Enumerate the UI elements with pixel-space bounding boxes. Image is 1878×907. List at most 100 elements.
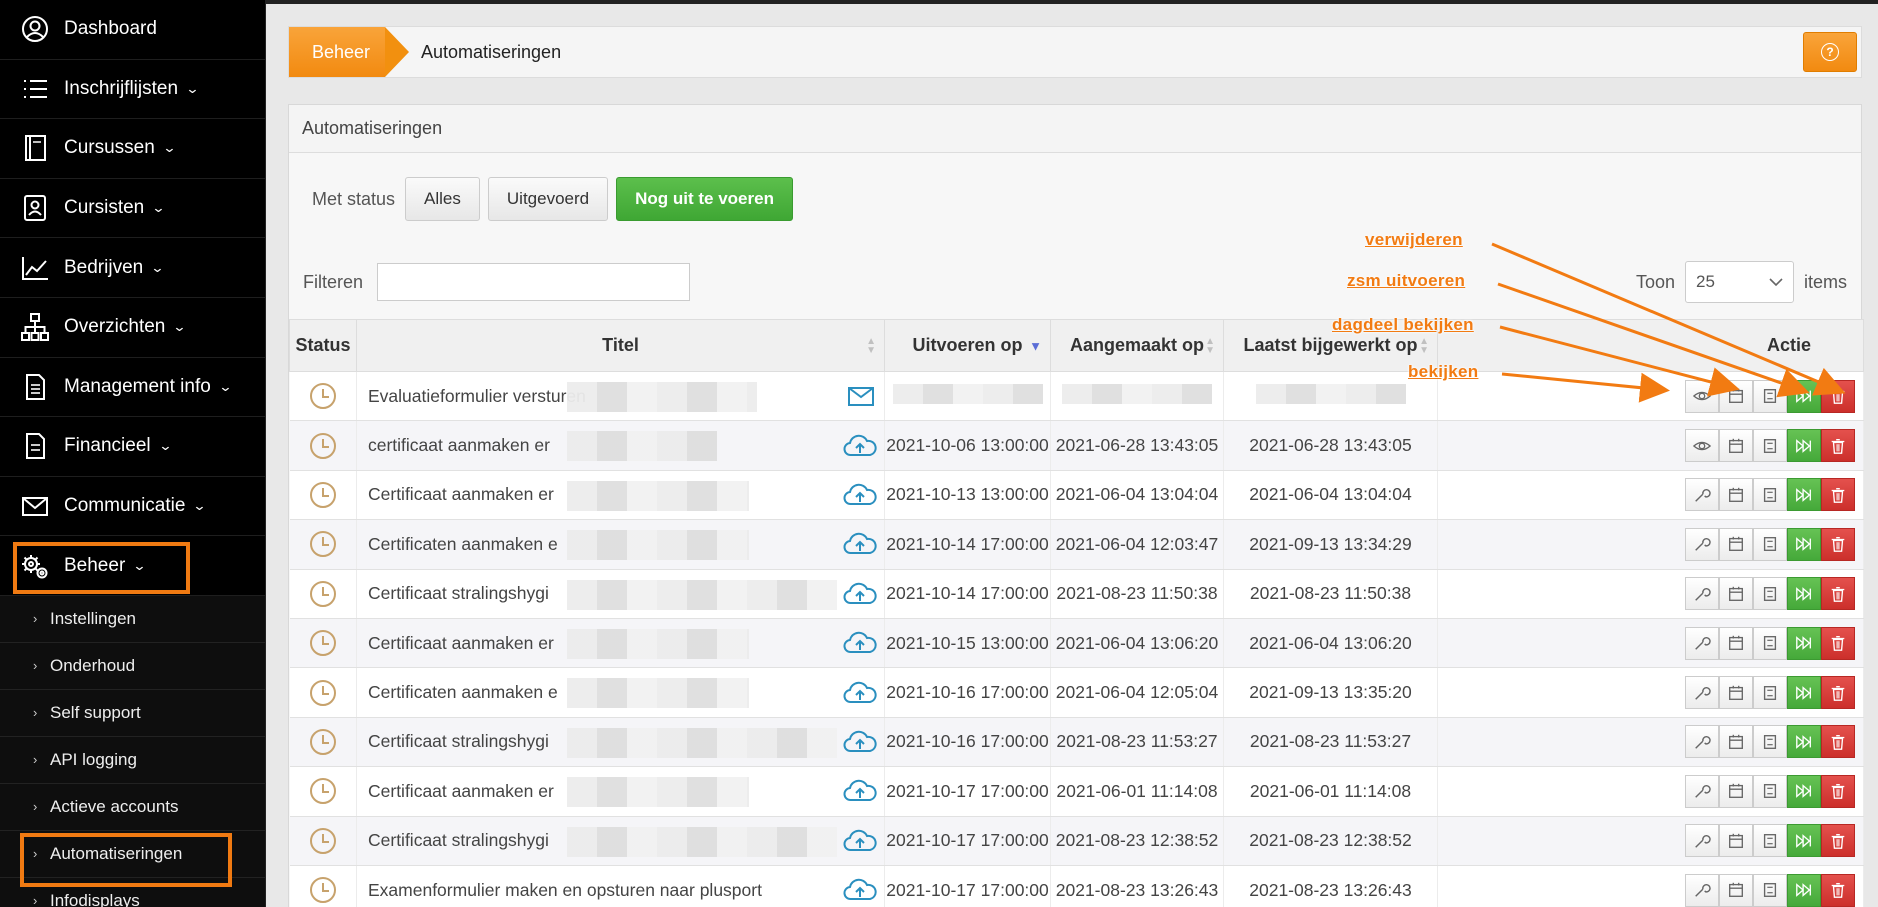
delete-button[interactable]	[1821, 824, 1855, 858]
log-button[interactable]	[1753, 725, 1787, 759]
sidebar-item-communicatie[interactable]: Communicatie ⌄	[0, 477, 265, 537]
submenu-item-instellingen[interactable]: › Instellingen	[0, 596, 265, 643]
day-part-button[interactable]	[1719, 873, 1753, 907]
delete-button[interactable]	[1821, 774, 1855, 808]
sidebar-item-overzichten[interactable]: Overzichten ⌄	[0, 298, 265, 358]
sidebar-item-financieel[interactable]: Financieel ⌄	[0, 417, 265, 477]
delete-button[interactable]	[1821, 725, 1855, 759]
page-size-select[interactable]: 25	[1684, 261, 1794, 303]
edit-button[interactable]	[1685, 626, 1719, 660]
status-all-button[interactable]: Alles	[405, 177, 480, 221]
day-part-button[interactable]	[1719, 379, 1753, 413]
day-part-button[interactable]	[1719, 676, 1753, 710]
run-now-button[interactable]	[1787, 478, 1821, 512]
edit-button[interactable]	[1685, 873, 1719, 907]
log-button[interactable]	[1753, 774, 1787, 808]
sidebar-item-bedrijven[interactable]: Bedrijven ⌄	[0, 238, 265, 298]
delete-button[interactable]	[1821, 577, 1855, 611]
day-part-button[interactable]	[1719, 626, 1753, 660]
edit-button[interactable]	[1685, 478, 1719, 512]
help-button[interactable]: ?	[1803, 32, 1857, 72]
table-row[interactable]: Certificaat stralingshygi 2021-10-16 17:…	[289, 717, 1864, 768]
edit-button[interactable]	[1685, 824, 1719, 858]
submenu-item-actieve-accounts[interactable]: › Actieve accounts	[0, 784, 265, 831]
col-titel[interactable]: Titel ▲ ▼	[356, 319, 885, 372]
sidebar-item-beheer[interactable]: Beheer ⌄	[0, 536, 265, 596]
log-button[interactable]	[1753, 676, 1787, 710]
day-part-button[interactable]	[1719, 478, 1753, 512]
delete-button[interactable]	[1821, 626, 1855, 660]
sidebar-item-inschrijflijsten[interactable]: Inschrijflijsten ⌄	[0, 60, 265, 120]
table-row[interactable]: Certificaat stralingshygi 2021-10-14 17:…	[289, 569, 1864, 619]
run-now-button[interactable]	[1787, 824, 1821, 858]
sidebar-item-management-info[interactable]: Management info ⌄	[0, 358, 265, 418]
log-button[interactable]	[1753, 429, 1787, 463]
run-now-button[interactable]	[1787, 379, 1821, 413]
col-status[interactable]: Status	[289, 319, 357, 372]
edit-button[interactable]	[1685, 527, 1719, 561]
table-row[interactable]: certificaat aanmaken er 2021-10-06 13:00…	[289, 420, 1864, 471]
run-now-button[interactable]	[1787, 527, 1821, 561]
run-now-button[interactable]	[1787, 873, 1821, 907]
view-button[interactable]	[1685, 379, 1719, 413]
submenu-item-infodisplays[interactable]: › Infodisplays	[0, 878, 265, 907]
submenu-item-self-support[interactable]: › Self support	[0, 690, 265, 737]
sidebar-item-cursussen[interactable]: Cursussen ⌄	[0, 119, 265, 179]
table-row[interactable]: Certificaat stralingshygi 2021-10-17 17:…	[289, 816, 1864, 866]
table-row[interactable]: Certificaat aanmaken er 2021-10-13 13:00…	[289, 470, 1864, 521]
log-button[interactable]	[1753, 379, 1787, 413]
run-now-button[interactable]	[1787, 577, 1821, 611]
table-row[interactable]: Certificaten aanmaken e 2021-10-16 17:00…	[289, 667, 1864, 718]
table-row[interactable]: Certificaat aanmaken er 2021-10-17 17:00…	[289, 766, 1864, 817]
run-now-button[interactable]	[1787, 774, 1821, 808]
delete-button[interactable]	[1821, 478, 1855, 512]
delete-button[interactable]	[1821, 873, 1855, 907]
edit-button[interactable]	[1685, 676, 1719, 710]
edit-button[interactable]	[1685, 577, 1719, 611]
edit-button[interactable]	[1685, 774, 1719, 808]
col-uitvoeren[interactable]: Uitvoeren op ▼	[884, 319, 1051, 372]
table-row[interactable]: Evaluatieformulier versturen	[289, 371, 1864, 422]
envelope-icon	[22, 497, 48, 517]
edit-button[interactable]	[1685, 725, 1719, 759]
delete-button[interactable]	[1821, 676, 1855, 710]
day-part-button[interactable]	[1719, 527, 1753, 561]
day-part-button[interactable]	[1719, 577, 1753, 611]
submenu-item-onderhoud[interactable]: › Onderhoud	[0, 643, 265, 690]
view-button[interactable]	[1685, 429, 1719, 463]
wrench-icon	[1695, 735, 1711, 749]
submenu-item-automatiseringen[interactable]: › Automatiseringen	[0, 831, 265, 887]
run-now-button[interactable]	[1787, 676, 1821, 710]
table-row[interactable]: Examenformulier maken en opsturen naar p…	[289, 865, 1864, 907]
col-aangemaakt[interactable]: Aangemaakt op ▲ ▼	[1050, 319, 1224, 372]
log-button[interactable]	[1753, 873, 1787, 907]
sidebar-item-cursisten[interactable]: Cursisten ⌄	[0, 179, 265, 239]
day-part-button[interactable]	[1719, 429, 1753, 463]
fast-forward-icon	[1796, 537, 1811, 552]
log-button[interactable]	[1753, 478, 1787, 512]
run-now-button[interactable]	[1787, 725, 1821, 759]
fast-forward-icon	[1796, 389, 1811, 404]
row-status	[289, 717, 357, 768]
run-now-button[interactable]	[1787, 429, 1821, 463]
table-row[interactable]: Certificaten aanmaken e 2021-10-14 17:00…	[289, 519, 1864, 570]
log-button[interactable]	[1753, 626, 1787, 660]
day-part-button[interactable]	[1719, 824, 1753, 858]
filter-input[interactable]	[377, 263, 691, 301]
day-part-button[interactable]	[1719, 725, 1753, 759]
log-button[interactable]	[1753, 527, 1787, 561]
log-button[interactable]	[1753, 577, 1787, 611]
fast-forward-icon	[1796, 438, 1811, 453]
submenu-item-api-logging[interactable]: › API logging	[0, 737, 265, 784]
delete-button[interactable]	[1821, 429, 1855, 463]
day-part-button[interactable]	[1719, 774, 1753, 808]
status-done-button[interactable]: Uitgevoerd	[487, 177, 609, 221]
table-row[interactable]: Certificaat aanmaken er 2021-10-15 13:00…	[289, 618, 1864, 669]
status-pending-button[interactable]: Nog uit te voeren	[616, 177, 793, 221]
breadcrumb-home[interactable]: Beheer	[289, 27, 409, 77]
delete-button[interactable]	[1821, 379, 1855, 413]
run-now-button[interactable]	[1787, 626, 1821, 660]
log-button[interactable]	[1753, 824, 1787, 858]
delete-button[interactable]	[1821, 527, 1855, 561]
sidebar-item-dashboard[interactable]: Dashboard	[0, 0, 265, 60]
